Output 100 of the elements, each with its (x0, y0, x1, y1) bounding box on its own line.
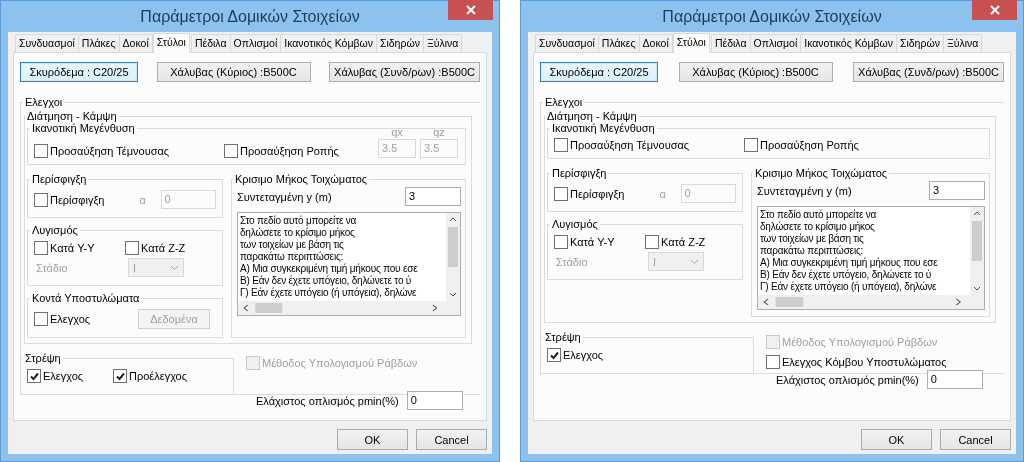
dialog-button[interactable]: OK (337, 429, 408, 450)
close-icon (465, 5, 476, 15)
material-button[interactable]: Σκυρόδεμα : C20/25 (20, 62, 138, 82)
checkbox-label: Μέθοδος Υπολογισμού Ράβδων (262, 357, 418, 369)
chevron-down-icon (170, 264, 179, 271)
info-text-line: Στο πεδίο αυτό μπορείτε να (760, 209, 878, 221)
field-label: Στάδιο (35, 261, 69, 274)
vertical-scrollbar[interactable] (446, 213, 460, 301)
group-title: Στρέψη (24, 352, 62, 364)
input-field[interactable]: 3 (929, 181, 985, 200)
checkbox-label: Μέθοδος Υπολογισμού Ράβδων (782, 336, 938, 348)
tab[interactable]: Σιδηρών (895, 34, 944, 52)
info-text-area[interactable] (757, 206, 985, 310)
checkbox[interactable] (554, 186, 568, 201)
tab[interactable]: Συνδυασμοί (535, 34, 599, 52)
checkbox-label: Προσαύξηση Ροπής (760, 139, 859, 151)
tab[interactable]: Οπλισμοί (229, 34, 282, 52)
info-text-line: παρακάτω περιπτώσεις: (760, 245, 864, 257)
material-button[interactable]: Χάλυβας (Συνδ/ρων) :B500C (329, 62, 480, 82)
material-button[interactable]: Χάλυβας (Κύριος) :B500C (156, 62, 311, 82)
group-title: Ελεγχοι (544, 96, 584, 108)
dialog-button[interactable]: Cancel (416, 429, 487, 450)
tab[interactable]: Πέδιλα (710, 34, 751, 52)
tab[interactable]: Στύλοι (152, 33, 190, 53)
checkbox-label: Ελεγχος (43, 370, 84, 382)
tab[interactable]: Ξύλινα (942, 34, 983, 52)
info-text-area[interactable] (237, 212, 461, 316)
checkbox[interactable] (34, 192, 48, 207)
tab[interactable]: Δοκοί (638, 34, 673, 52)
info-text-line: των τοιχείων με βάση τις (760, 233, 865, 245)
tab[interactable]: Συνδυασμοί (15, 34, 79, 52)
info-text-line: δηλώσετε το κρίσιμο μήκος (240, 227, 356, 239)
info-text-line: των τοιχείων με βάση τις (240, 239, 345, 251)
close-button[interactable] (972, 0, 1017, 20)
info-text-line: Β) Εάν δεν έχετε υπόγειο, δηλώνετε το ύ (240, 275, 412, 287)
tab[interactable]: Δοκοί (118, 34, 153, 52)
close-button[interactable] (448, 0, 493, 20)
info-text-line: Στο πεδίο αυτό μπορείτε να (240, 215, 358, 227)
checkbox-label: Κατά Z-Z (141, 242, 186, 254)
tab[interactable]: Πλάκες (77, 34, 120, 52)
checkbox[interactable] (34, 144, 48, 158)
checkbox[interactable] (34, 312, 48, 326)
checkbox[interactable] (125, 241, 139, 255)
checkbox[interactable] (744, 138, 758, 152)
checkbox-label: Προέλεγχος (129, 370, 188, 382)
checkbox[interactable] (224, 144, 238, 158)
group-title: Λυγισμός (551, 218, 599, 230)
group-title: Ικανοτική Μεγένθυση (552, 122, 656, 134)
info-text-line: Β) Εάν δεν έχετε υπόγειο, δηλώνετε το ύ (760, 269, 932, 281)
checkbox[interactable] (547, 348, 561, 362)
field-label: α (138, 193, 147, 206)
checkbox[interactable] (34, 241, 48, 255)
tab[interactable]: Πέδιλα (190, 34, 231, 52)
checkbox[interactable] (645, 235, 659, 249)
tab[interactable]: Ικανοτικός Κόμβων (800, 34, 897, 52)
group-title: Κοντά Υποστυλώματα (31, 292, 141, 304)
material-button[interactable]: Χάλυβας (Συνδ/ρων) :B500C (853, 62, 1004, 82)
horizontal-scrollbar[interactable] (758, 295, 984, 309)
chevron-down-icon (690, 258, 699, 265)
field-label: Ελάχιστος οπλισμός pmin(%) (776, 373, 919, 386)
window-title: Παράμετροι Δομικών Στοιχείων (140, 7, 360, 26)
close-icon (989, 5, 1000, 15)
checkbox[interactable] (766, 355, 780, 369)
group-title: Κρισιμο Μήκος Τοιχώματος (234, 173, 369, 185)
tab[interactable]: Ικανοτικός Κόμβων (280, 34, 377, 52)
field-label: Συντεταγμένη y (m) (757, 184, 852, 197)
field-label: qz (433, 126, 445, 139)
input-field[interactable]: 0 (926, 370, 983, 389)
checkbox[interactable] (27, 369, 41, 383)
checkbox-label: Κατά Y-Y (570, 236, 615, 248)
field-label: qx (391, 126, 403, 139)
group-title: Ικανοτική Μεγένθυση (32, 122, 136, 134)
checkbox-label: Ελεγχος (563, 349, 604, 361)
checkbox-label: Κατά Z-Z (661, 236, 706, 248)
checkbox[interactable] (554, 138, 568, 152)
group-title: Διάτμηση - Κάμψη (546, 110, 637, 122)
field-label: Στάδιο (555, 255, 589, 268)
tab[interactable]: Πλάκες (597, 34, 640, 52)
dialog-button[interactable]: Cancel (940, 429, 1011, 450)
vertical-scrollbar[interactable] (970, 207, 984, 295)
tab[interactable]: Σιδηρών (375, 34, 424, 52)
horizontal-scrollbar[interactable] (238, 301, 460, 315)
checkbox-label: Προσαύξηση Τέμνουσας (570, 139, 690, 151)
group-title: Κρισιμο Μήκος Τοιχώματος (754, 167, 889, 179)
group-title: Διάτμηση - Κάμψη (26, 110, 117, 122)
input-field[interactable]: 3 (405, 187, 461, 206)
checkbox[interactable] (554, 235, 568, 249)
tab[interactable]: Ξύλινα (422, 34, 463, 52)
field-label: Συντεταγμένη y (m) (237, 190, 332, 203)
checkbox-label: Κατά Y-Y (50, 242, 95, 254)
material-button[interactable]: Σκυρόδεμα : C20/25 (540, 62, 658, 82)
material-button[interactable]: Χάλυβας (Κύριος) :B500C (678, 62, 833, 82)
checkbox-label: Περίσφιγξη (50, 193, 105, 206)
info-text-line: Γ) Εάν έχετε υπόγειο (ή υπόγεια), δηλώνε (760, 281, 938, 293)
tab[interactable]: Οπλισμοί (749, 34, 802, 52)
checkbox-label: Ελεγχος Κόμβου Υποστυλώματος (782, 356, 947, 368)
input-field[interactable]: 0 (406, 391, 463, 410)
dialog-button[interactable]: OK (861, 429, 932, 450)
tab[interactable]: Στύλοι (672, 33, 710, 53)
checkbox[interactable] (113, 369, 127, 383)
